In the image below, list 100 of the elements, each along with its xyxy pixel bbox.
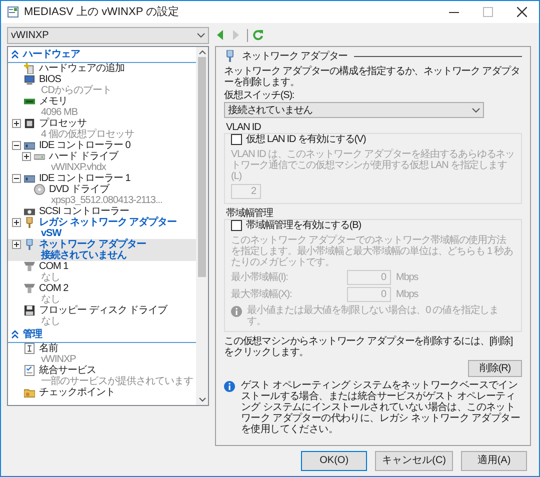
collapse-icon[interactable] [12, 174, 21, 183]
item-detail: なし [41, 272, 61, 283]
item-label: IDE コントローラー 0 [39, 140, 130, 151]
note-text: 最小値または最大値を制限しない場合は、0 の値を指定します。 [247, 305, 500, 327]
group-legend: 帯域幅管理 [226, 208, 522, 219]
item-label: チェックポイント [39, 387, 115, 398]
item-label: ハード ドライブ [49, 151, 118, 162]
item-detail: 4 個の仮想プロセッサ [41, 129, 134, 140]
item-detail: 4096 MB [41, 107, 78, 118]
scrollbar[interactable] [196, 47, 208, 405]
floppy-icon [24, 305, 35, 316]
item-label: プロセッサ [39, 118, 86, 129]
checkbox-label: 仮想 LAN ID を有効にする(V) [246, 134, 366, 145]
tree-item[interactable]: ハードウェアの追加 [8, 63, 196, 74]
description-text: VLAN ID は、このネットワーク アダプターを経由するあらゆるネットワーク通信でこの仮想マシンが使用する仮想 LAN を指定します(L) [231, 149, 515, 182]
item-label: BIOS [39, 74, 62, 85]
item-detail: xpsp3_5512.080413-2113... [51, 195, 162, 206]
computer-icon [24, 74, 35, 85]
unit-label: Mbps [396, 272, 418, 283]
expand-icon[interactable] [12, 119, 21, 128]
item-label: 名前 [39, 343, 59, 354]
tree-item[interactable]: COM 2 なし [8, 283, 196, 305]
network-plug-icon [24, 217, 35, 228]
add-hardware-icon [24, 63, 35, 74]
dialog-button[interactable]: 適用(A) [461, 451, 527, 471]
item-label: ハードウェアの追加 [39, 63, 124, 74]
item-detail: なし [41, 316, 61, 327]
remove-button[interactable]: 削除(R) [468, 360, 522, 377]
controller-icon [24, 206, 35, 217]
dropdown-caret-icon [472, 108, 480, 112]
tree-item[interactable]: フロッピー ディスク ドライブ なし [8, 305, 196, 327]
item-detail: CDからのブート [41, 85, 112, 96]
tree-item[interactable]: メモリ 4096 MB [8, 96, 196, 118]
tree-item[interactable]: IDE コントローラー 1 [8, 173, 196, 184]
tree-item[interactable]: IDE コントローラー 0 [8, 140, 196, 151]
dropdown-caret-icon [197, 33, 205, 38]
section-heading: ネットワーク アダプター [242, 50, 348, 62]
expand-icon[interactable] [12, 240, 21, 249]
item-label: SCSI コントローラー [39, 206, 130, 217]
controller-icon [24, 173, 35, 184]
item-detail: vWINXP [41, 354, 76, 365]
controller-icon [24, 140, 35, 151]
memory-chip-icon [24, 96, 35, 107]
virtual-switch-dropdown[interactable]: 接続されていません [224, 102, 484, 118]
collapse-icon[interactable] [12, 141, 21, 150]
expand-icon[interactable] [12, 218, 21, 227]
checkbox-label: 帯域幅管理を有効にする(B) [246, 220, 361, 231]
unit-label: Mbps [396, 289, 418, 300]
info-text: ゲスト オペレーティング システムをネットワークベースでインストールする場合、または統合サービスがゲスト オペレーティング システムにインストールされていない場合は、このネットワーク アダプターの代わりに、レガシ ネットワーク アダプターを使用してください。 [241, 380, 522, 435]
tree-item[interactable]: DVD ドライブ xpsp3_5512.080413-2113... [8, 184, 196, 206]
tree-item[interactable]: ハード ドライブ vWINXP.vhdx [8, 151, 196, 173]
info-icon [224, 381, 235, 392]
description-text: このネットワーク アダプターでのネットワーク帯域幅の使用方法を指定します。最小帯域幅と最大帯域幅の単位は、どちらも 1 秒あたりのメガビットです。 [231, 235, 514, 268]
group-legend: VLAN ID [226, 122, 522, 133]
item-label: DVD ドライブ [49, 184, 110, 195]
item-label: フロッピー ディスク ドライブ [39, 305, 168, 316]
item-detail: なし [41, 294, 61, 305]
processor-chip-icon [24, 118, 35, 129]
info-icon [231, 306, 242, 317]
refresh-button[interactable] [252, 29, 264, 41]
window-title: MEDIASV 上の vWINXP の設定 [24, 6, 180, 18]
item-label: 統合サービス [39, 365, 97, 376]
name-field-icon [24, 343, 35, 354]
item-detail: 接続されていません [41, 250, 128, 261]
item-detail: vWINXP.vhdx [51, 162, 108, 173]
disc-icon [34, 184, 45, 195]
item-detail: 一部のサービスが提供されています [41, 376, 193, 387]
maximize-icon [483, 7, 493, 17]
tree-item[interactable]: チェックポイント [8, 387, 196, 398]
section-header[interactable]: ハードウェア [8, 47, 196, 63]
dialog-button[interactable]: キャンセル(C) [375, 451, 453, 471]
network-plug-icon [224, 50, 236, 62]
item-label: ネットワーク アダプター [39, 239, 146, 250]
item-label: IDE コントローラー 1 [39, 173, 130, 184]
tree-item[interactable]: プロセッサ 4 個の仮想プロセッサ [8, 118, 196, 140]
serial-port-icon [24, 261, 35, 272]
vm-dropdown[interactable]: vWINXP [7, 27, 209, 44]
field-label: 仮想スイッチ(S): [224, 90, 296, 101]
tree-item[interactable]: 名前 vWINXP [8, 343, 196, 365]
item-label: COM 1 [39, 261, 68, 272]
dialog-button[interactable]: OK(O) [301, 451, 368, 471]
network-plug-icon [24, 239, 35, 250]
tree-item[interactable]: ネットワーク アダプター 接続されていません [8, 239, 196, 261]
serial-port-icon [24, 283, 35, 294]
tree-item[interactable]: レガシ ネットワーク アダプター vSW [8, 217, 196, 239]
close-icon [517, 7, 527, 17]
folder-icon [24, 387, 35, 398]
item-detail: vSW [41, 228, 63, 239]
expand-icon[interactable] [22, 152, 31, 161]
field-label: 最小帯域幅(I): [231, 272, 289, 283]
tree-item[interactable]: 統合サービス 一部のサービスが提供されています [8, 365, 196, 387]
instruction-text: この仮想マシンからネットワーク アダプターを削除するには、[削除] をクリックします。 [224, 336, 514, 358]
checklist-icon [24, 365, 35, 376]
refresh-icon [252, 29, 264, 41]
item-label: レガシ ネットワーク アダプター [39, 217, 177, 228]
drive-icon [34, 151, 45, 162]
tree-item[interactable]: BIOS CDからのブート [8, 74, 196, 96]
description-text: ネットワーク アダプターの構成を指定するか、ネットワーク アダプターを削除します。 [224, 66, 521, 88]
tree-item[interactable]: SCSI コントローラー [8, 206, 196, 217]
tree-item[interactable]: COM 1 なし [8, 261, 196, 283]
